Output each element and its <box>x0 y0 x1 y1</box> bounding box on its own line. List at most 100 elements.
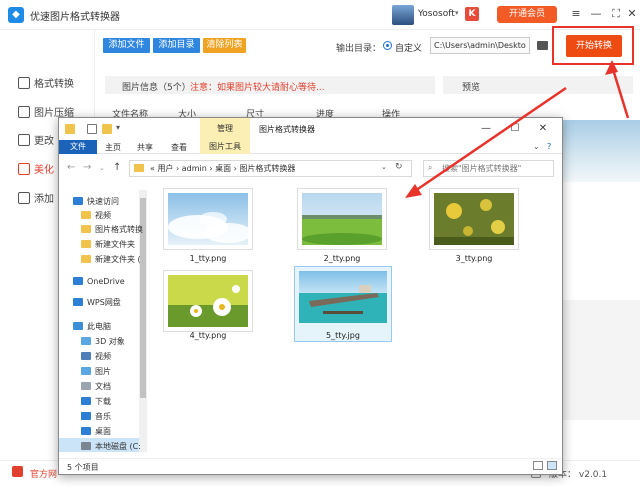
tab-file[interactable]: 文件 <box>59 140 97 154</box>
sidebar-item-cloud[interactable]: WPS网盘 <box>73 297 121 308</box>
vip-button[interactable]: 开通会员 <box>497 6 557 23</box>
nav-item-label: 文档 <box>95 382 111 391</box>
browse-folder-icon[interactable] <box>537 41 548 50</box>
custom-radio[interactable] <box>383 41 392 50</box>
output-path-input[interactable]: C:\Users\admin\Deskto <box>430 37 530 54</box>
file-name: 4_tty.png <box>189 331 227 340</box>
menu-icon[interactable]: ≡ <box>568 6 584 22</box>
thumbnail-meadow <box>302 193 382 245</box>
sidebar-item-picture[interactable]: 图片 <box>81 366 111 377</box>
add-icon <box>18 192 30 204</box>
desktop-icon <box>81 427 91 435</box>
official-site-link[interactable]: 官方网 <box>30 467 57 480</box>
quick-access-dropdown-icon[interactable]: ▾ <box>116 123 120 132</box>
user-avatar[interactable] <box>392 5 414 25</box>
large-icons-view-icon[interactable] <box>547 461 557 470</box>
resize-icon <box>18 134 30 146</box>
sidebar-item-cloud[interactable]: OneDrive <box>73 277 125 286</box>
address-bar[interactable]: « 用户 › admin › 桌面 › 图片格式转换器 <box>129 160 412 177</box>
file-item[interactable] <box>297 188 387 250</box>
up-icon[interactable]: ↑ <box>113 162 121 173</box>
minimize-icon[interactable]: — <box>588 6 604 22</box>
nav-item-label: 新建文件夹 <box>95 240 135 249</box>
forward-icon[interactable]: → <box>83 162 91 173</box>
refresh-icon[interactable]: ↻ <box>395 162 403 172</box>
tab-picture-tools[interactable]: 图片工具 <box>200 140 250 154</box>
ribbon-expand-icon[interactable]: ⌄ <box>533 142 540 151</box>
manage-tab[interactable]: 管理 <box>200 118 250 140</box>
file-item[interactable] <box>429 188 519 250</box>
sidebar-item-download[interactable]: 下载 <box>81 396 111 407</box>
sidebar-item-drive[interactable]: 本地磁盘 (C: <box>81 441 141 452</box>
cloud-icon <box>73 298 83 306</box>
new-folder-icon[interactable] <box>102 124 112 134</box>
sidebar-item-folder[interactable]: 新建文件夹 ( <box>81 254 141 265</box>
explorer-maximize-icon[interactable]: ☐ <box>508 122 522 136</box>
sidebar-item-format-convert[interactable]: 格式转换 <box>18 75 74 90</box>
output-dir-label: 输出目录： <box>336 44 382 54</box>
folder-icon <box>81 255 91 263</box>
file-item[interactable] <box>163 270 253 332</box>
back-icon[interactable]: ← <box>67 162 75 173</box>
sidebar-item-change[interactable]: 更改 <box>18 132 54 147</box>
folder-icon <box>81 240 91 248</box>
warning-text: 注意：如果图片较大请耐心等待... <box>190 83 325 93</box>
address-folder-icon <box>134 164 144 172</box>
sidebar-item-desktop[interactable]: 桌面 <box>81 426 111 437</box>
nav-item-label: 3D 对象 <box>95 337 125 346</box>
document-icon <box>81 382 91 390</box>
beautify-icon <box>18 163 30 175</box>
sidebar-item-cube[interactable]: 3D 对象 <box>81 336 125 347</box>
sidebar-item-folder[interactable]: 视频 <box>81 210 111 221</box>
sidebar-item-document[interactable]: 文档 <box>81 381 111 392</box>
maximize-icon[interactable]: ⛶ <box>608 6 624 22</box>
file-name: 2_tty.png <box>323 254 361 263</box>
preview-label: 预览 <box>462 83 481 93</box>
sidebar-item-music[interactable]: 音乐 <box>81 411 111 422</box>
file-item[interactable] <box>163 188 253 250</box>
explorer-close-icon[interactable]: ✕ <box>536 122 550 136</box>
nav-item-label: OneDrive <box>87 277 125 286</box>
search-icon: ⌕ <box>428 163 433 172</box>
sidebar-item-computer[interactable]: 此电脑 <box>73 321 111 332</box>
custom-radio-label: 自定义 <box>395 44 423 54</box>
nav-item-label: 视频 <box>95 352 111 361</box>
tab-view[interactable]: 查看 <box>171 142 187 153</box>
nav-item-label: 下载 <box>95 397 111 406</box>
search-input[interactable]: 搜索"图片格式转换器" <box>423 160 554 177</box>
compress-icon <box>18 106 30 118</box>
add-file-button[interactable]: 添加文件 <box>103 38 150 53</box>
sidebar-item-video[interactable]: 视频 <box>81 351 111 362</box>
sidebar-item-folder[interactable]: 新建文件夹 <box>81 239 135 250</box>
folder-icon <box>81 211 91 219</box>
video-icon <box>81 352 91 360</box>
help-icon[interactable]: ? <box>547 142 551 151</box>
home-icon[interactable] <box>12 466 23 477</box>
sidebar-item-beautify[interactable]: 美化 <box>18 161 54 176</box>
address-dropdown-icon[interactable]: ⌄ <box>381 163 387 171</box>
details-view-icon[interactable] <box>533 461 543 470</box>
clear-list-button[interactable]: 清除列表 <box>203 38 246 53</box>
add-directory-button[interactable]: 添加目录 <box>153 38 200 53</box>
star-icon <box>73 197 83 205</box>
user-menu-caret-icon[interactable]: ▾ <box>455 9 459 17</box>
cube-icon <box>81 337 91 345</box>
nav-item-label: 桌面 <box>95 427 111 436</box>
close-icon[interactable]: ✕ <box>624 6 640 22</box>
properties-icon[interactable] <box>87 124 97 134</box>
sidebar-item-star[interactable]: 快速访问 <box>73 196 119 207</box>
nav-item-label: 视频 <box>95 211 111 220</box>
sidebar-item-add[interactable]: 添加 <box>18 190 54 205</box>
sidebar-item-folder[interactable]: 图片格式转换 <box>81 224 143 235</box>
settings-panel <box>563 300 640 420</box>
thumbnail-pier <box>299 271 387 323</box>
user-name[interactable]: Yososoft <box>418 9 455 19</box>
recent-dropdown-icon[interactable]: ⌄ <box>99 164 105 172</box>
thumbnail-daisies <box>168 275 248 327</box>
tab-home[interactable]: 主页 <box>105 142 121 153</box>
tab-share[interactable]: 共享 <box>137 142 153 153</box>
status-bar <box>59 458 562 474</box>
k-badge-icon[interactable]: K <box>465 7 479 21</box>
explorer-minimize-icon[interactable]: — <box>479 122 493 136</box>
nav-item-label: WPS网盘 <box>87 298 121 307</box>
